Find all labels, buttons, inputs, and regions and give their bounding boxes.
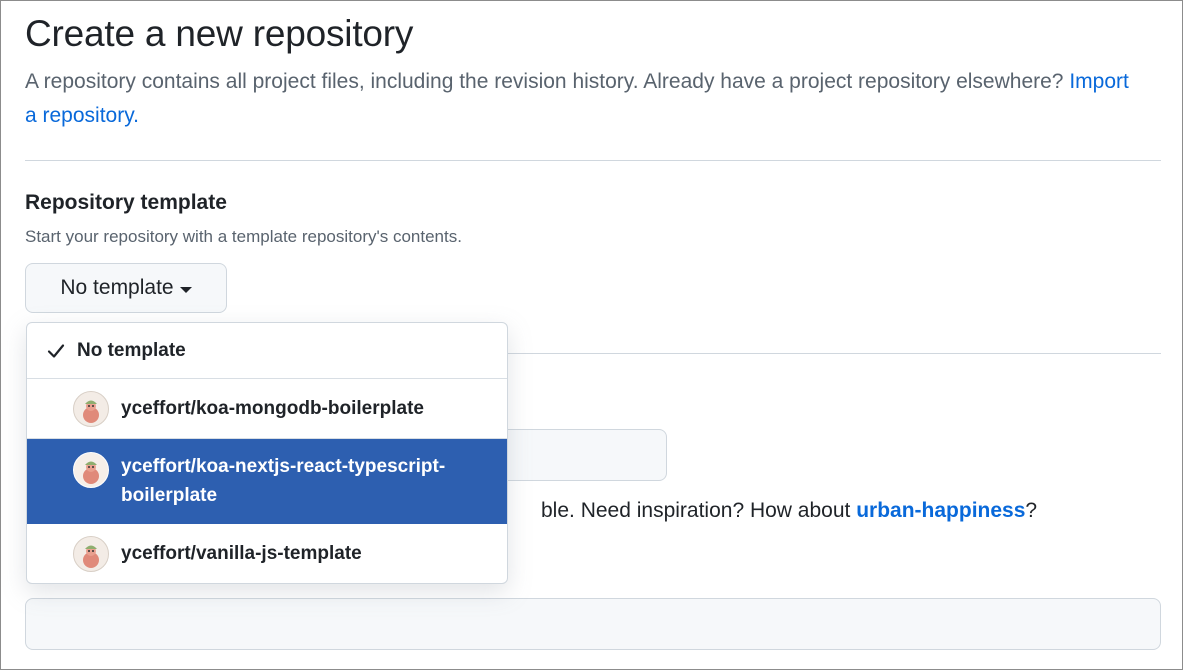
template-select-label: No template — [60, 276, 174, 299]
description-text: A repository contains all project files,… — [25, 70, 1064, 93]
page-title: Create a new repository — [25, 13, 414, 54]
dropdown-item-vanilla-js-template[interactable]: yceffort/vanilla-js-template — [27, 524, 507, 583]
label-line-1: yceffort/koa-nextjs-react-typescript- — [121, 456, 446, 477]
section-divider — [25, 160, 1161, 161]
dropdown-item-koa-nextjs-react-typescript-boilerplate[interactable]: yceffort/koa-nextjs-react-typescript- bo… — [27, 439, 507, 524]
hint-text: ble. Need inspiration? How about — [541, 499, 857, 522]
template-dropdown-menu: No template yceffort/koa-mongodb-boilerp… — [26, 322, 508, 584]
name-inspiration-hint: ble. Need inspiration? How about urban-h… — [541, 499, 1037, 523]
page-description: A repository contains all project files,… — [25, 65, 1145, 133]
dropdown-item-label: yceffort/koa-nextjs-react-typescript- bo… — [121, 452, 445, 510]
dropdown-item-label: yceffort/vanilla-js-template — [121, 543, 362, 564]
caret-down-icon — [179, 286, 192, 293]
user-avatar-icon — [73, 536, 109, 572]
hint-suffix: ? — [1025, 499, 1038, 522]
template-section-note: Start your repository with a template re… — [25, 227, 462, 246]
description-input[interactable] — [25, 598, 1161, 650]
check-icon — [45, 340, 67, 362]
template-section-title: Repository template — [25, 191, 227, 214]
dropdown-item-no-template[interactable]: No template — [27, 323, 507, 379]
repository-name-input[interactable] — [481, 429, 667, 481]
suggested-name-link[interactable]: urban-happiness — [856, 499, 1025, 522]
owner-section-divider — [506, 353, 1161, 354]
user-avatar-icon — [73, 452, 109, 488]
label-line-2: boilerplate — [121, 485, 218, 506]
dropdown-item-koa-mongodb-boilerplate[interactable]: yceffort/koa-mongodb-boilerplate — [27, 379, 507, 439]
user-avatar-icon — [73, 390, 109, 427]
page-frame: Create a new repository A repository con… — [0, 0, 1183, 670]
template-select-button[interactable]: No template — [25, 263, 227, 313]
dropdown-item-label: No template — [77, 339, 186, 361]
dropdown-item-label: yceffort/koa-mongodb-boilerplate — [121, 397, 424, 419]
